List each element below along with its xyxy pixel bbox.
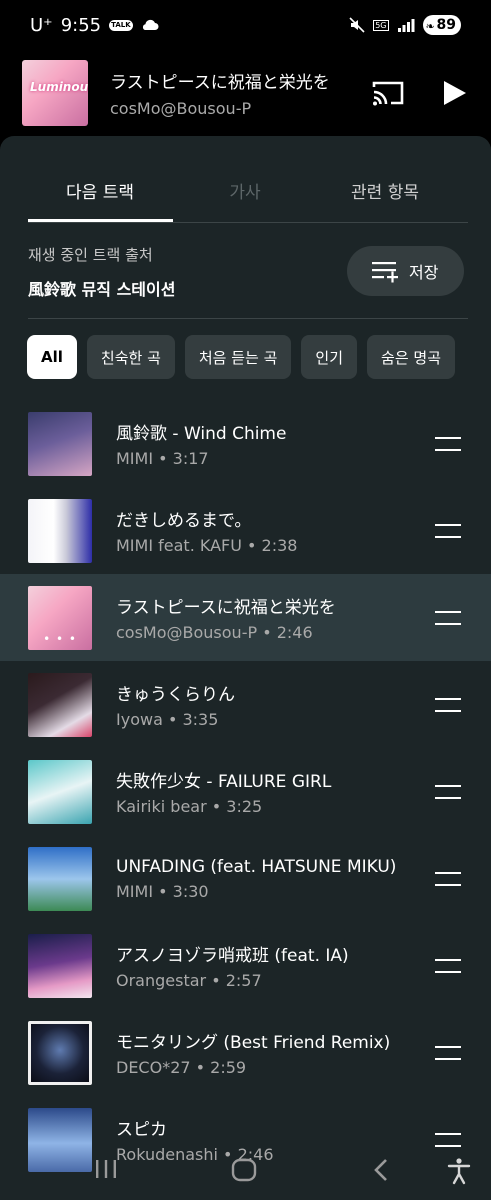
play-icon[interactable]	[439, 78, 469, 108]
track-row[interactable]: UNFADING (feat. HATSUNE MIKU) MIMI • 3:3…	[0, 835, 491, 922]
track-thumbnail	[28, 933, 92, 998]
now-playing-album-art[interactable]: Luminous	[22, 60, 88, 126]
home-icon[interactable]	[230, 1157, 258, 1183]
tab-divider	[28, 222, 468, 223]
track-row[interactable]: モニタリング (Best Friend Remix) DECO*27 • 2:5…	[0, 1009, 491, 1096]
signal-icon	[397, 19, 415, 32]
track-thumbnail	[28, 846, 92, 911]
track-row[interactable]: 風鈴歌 - Wind Chime MIMI • 3:17	[0, 400, 491, 487]
track-thumbnail	[28, 672, 92, 737]
chip-discover[interactable]: 처음 듣는 곡	[184, 335, 292, 379]
back-icon[interactable]	[370, 1157, 392, 1183]
album-logo-text: Luminous	[30, 80, 88, 94]
track-row[interactable]: きゅうくらりん Iyowa • 3:35	[0, 661, 491, 748]
now-playing-artist: cosMo@Bousou-P	[110, 99, 252, 118]
accessibility-icon[interactable]	[446, 1157, 472, 1185]
cloud-icon	[142, 19, 159, 30]
track-thumbnail: • • •	[28, 585, 92, 650]
battery-indicator: ❧ 89	[422, 15, 461, 35]
carrier-label: U⁺	[30, 14, 53, 36]
track-title: アスノヨゾラ哨戒班 (feat. IA)	[116, 946, 349, 966]
track-row[interactable]: だきしめるまで。 MIMI feat. KAFU • 2:38	[0, 487, 491, 574]
tab-lyrics[interactable]: 가사	[200, 178, 290, 203]
track-title: スピカ	[116, 1120, 167, 1140]
playing-indicator-icon: • • •	[43, 631, 77, 646]
queue-tabs: 다음 트랙 가사 관련 항목	[0, 164, 491, 222]
queue-source-label: 재생 중인 트랙 출처	[28, 246, 153, 264]
drag-handle-icon[interactable]	[435, 1045, 461, 1060]
track-title: UNFADING (feat. HATSUNE MIKU)	[116, 856, 397, 877]
drag-handle-icon[interactable]	[435, 871, 461, 886]
track-subtitle: Kairiki bear • 3:25	[116, 797, 263, 816]
chip-familiar[interactable]: 친숙한 곡	[86, 335, 175, 379]
system-nav-bar	[0, 1145, 491, 1200]
track-subtitle: DECO*27 • 2:59	[116, 1058, 247, 1077]
track-subtitle: MIMI • 3:30	[116, 881, 209, 901]
section-divider	[28, 318, 468, 319]
track-title: だきしめるまで。	[116, 511, 252, 531]
track-title: 失敗作少女 - FAILURE GIRL	[116, 772, 332, 792]
track-title: きゅうくらりん	[116, 685, 235, 705]
recent-apps-icon[interactable]	[93, 1157, 119, 1181]
talk-notification-icon: TALK	[109, 19, 133, 31]
track-subtitle: MIMI feat. KAFU • 2:38	[116, 536, 298, 555]
track-thumbnail	[28, 498, 92, 563]
leaf-icon: ❧	[425, 20, 435, 33]
track-title: 風鈴歌 - Wind Chime	[116, 424, 287, 444]
save-button-label: 저장	[409, 263, 439, 282]
track-title: モニタリング (Best Friend Remix)	[116, 1033, 391, 1053]
track-thumbnail	[28, 759, 92, 824]
filter-chips: All 친숙한 곡 처음 듣는 곡 인기 숨은 명곡	[27, 335, 455, 379]
track-row[interactable]: 失敗作少女 - FAILURE GIRL Kairiki bear • 3:25	[0, 748, 491, 835]
queue-source-name: 風鈴歌 뮤직 스테이션	[28, 280, 176, 299]
track-subtitle: MIMI • 3:17	[116, 449, 209, 468]
mute-icon	[349, 17, 365, 33]
track-row[interactable]: アスノヨゾラ哨戒班 (feat. IA) Orangestar • 2:57	[0, 922, 491, 1009]
drag-handle-icon[interactable]	[435, 610, 461, 625]
playlist-add-icon	[372, 262, 398, 283]
track-list: 風鈴歌 - Wind Chime MIMI • 3:17 だきしめるまで。 MI…	[0, 400, 491, 1183]
track-subtitle: Iyowa • 3:35	[116, 710, 219, 729]
now-playing-title: ラストピースに祝福と栄光を	[110, 73, 330, 93]
chip-deep-cuts[interactable]: 숨은 명곡	[367, 335, 455, 379]
battery-level: 89	[436, 17, 456, 33]
cast-icon[interactable]	[371, 79, 405, 107]
track-row-now-playing[interactable]: • • • ラストピースに祝福と栄光を cosMo@Bousou-P • 2:4…	[0, 574, 491, 661]
clock: 9:55	[60, 14, 102, 36]
drag-handle-icon[interactable]	[435, 784, 461, 799]
network-type-badge: 5G	[373, 19, 389, 31]
track-thumbnail	[28, 1020, 92, 1085]
queue-panel: 다음 트랙 가사 관련 항목 재생 중인 트랙 출처 風鈴歌 뮤직 스테이션 저…	[0, 136, 491, 1200]
save-queue-button[interactable]: 저장	[347, 246, 464, 296]
chip-all[interactable]: All	[27, 335, 77, 379]
status-bar: U⁺ 9:55 TALK 5G ❧ 89	[0, 0, 491, 50]
tab-up-next[interactable]: 다음 트랙	[28, 178, 172, 203]
track-subtitle: cosMo@Bousou-P • 2:46	[116, 623, 313, 642]
track-thumbnail	[28, 411, 92, 476]
track-subtitle: Orangestar • 2:57	[116, 971, 262, 990]
tab-related[interactable]: 관련 항목	[325, 178, 445, 203]
drag-handle-icon[interactable]	[435, 697, 461, 712]
drag-handle-icon[interactable]	[435, 523, 461, 538]
drag-handle-icon[interactable]	[435, 958, 461, 973]
drag-handle-icon[interactable]	[435, 436, 461, 451]
chip-popular[interactable]: 인기	[301, 335, 358, 379]
track-title: ラストピースに祝福と栄光を	[116, 598, 336, 618]
mini-player[interactable]: Luminous ラストピースに祝福と栄光を cosMo@Bousou-P	[0, 50, 491, 136]
